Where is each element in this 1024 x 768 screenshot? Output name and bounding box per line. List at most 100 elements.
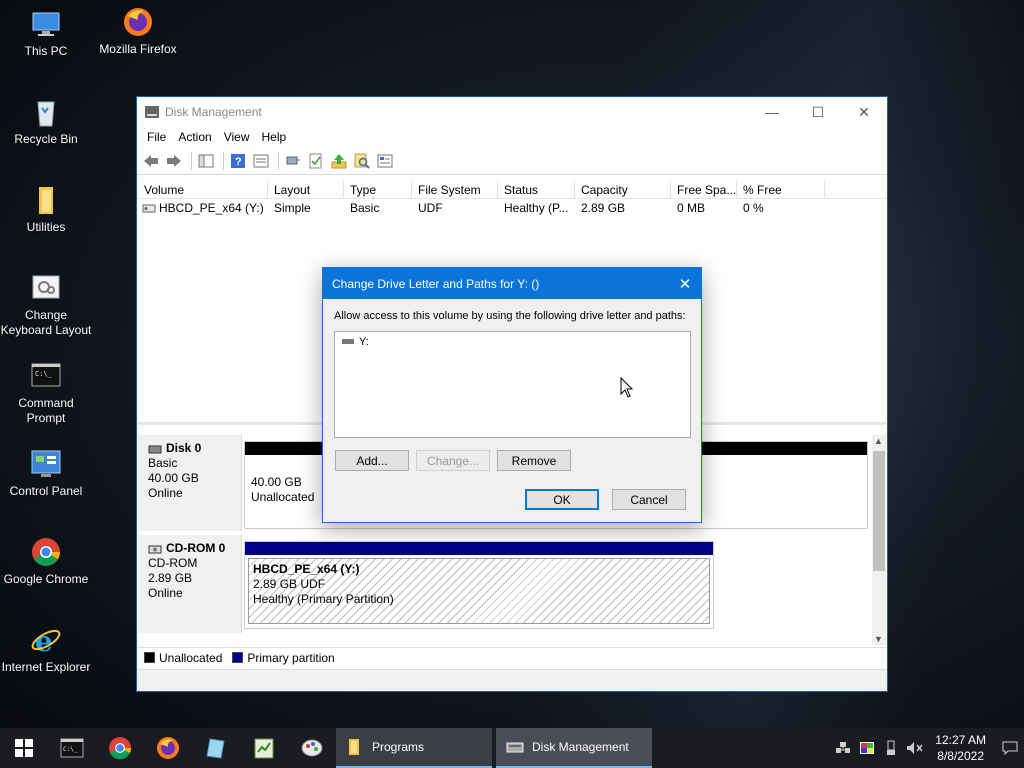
- internet-explorer-icon: e: [30, 624, 62, 658]
- toolbar-separator: [223, 151, 224, 170]
- taskbar-disk-management-button[interactable]: Disk Management: [496, 728, 652, 768]
- taskbar-firefox[interactable]: [144, 728, 192, 768]
- desktop-icon-keyboard-layout[interactable]: Change Keyboard Layout: [0, 272, 92, 338]
- cancel-button[interactable]: Cancel: [612, 489, 686, 510]
- add-button[interactable]: Add...: [335, 450, 409, 471]
- legend-primary-partition: Primary partition: [247, 650, 335, 665]
- cdrom-0-state: Online: [148, 586, 183, 600]
- volume-list-header: Volume Layout Type File System Status Ca…: [138, 181, 886, 199]
- keyboard-layout-label: Change Keyboard Layout: [0, 308, 92, 337]
- network-icon[interactable]: [831, 741, 855, 755]
- menu-action[interactable]: Action: [172, 130, 217, 144]
- change-drive-letter-dialog: Change Drive Letter and Paths for Y: () …: [322, 267, 702, 523]
- desktop-icon-this-pc[interactable]: This PC: [0, 8, 92, 59]
- percent-free-cell: 0 %: [743, 201, 764, 215]
- volume-muted-icon[interactable]: [903, 741, 927, 755]
- taskbar-command-prompt[interactable]: C:\_: [48, 728, 96, 768]
- folder-icon: [30, 184, 62, 216]
- type-cell: Basic: [350, 201, 380, 215]
- forward-icon[interactable]: [164, 151, 184, 171]
- desktop-icon-chrome[interactable]: Google Chrome: [0, 536, 92, 587]
- disk-0-type: Basic: [148, 456, 178, 470]
- taskbar-chrome[interactable]: [96, 728, 144, 768]
- cdrom-0-primary-partition[interactable]: HBCD_PE_x64 (Y:) 2.89 GB UDF Healthy (Pr…: [244, 541, 714, 629]
- scroll-down-arrow-icon[interactable]: ▼: [874, 634, 883, 644]
- cdrom-0-header: CD-ROM 0: [148, 541, 231, 556]
- up-arrow-icon[interactable]: [329, 151, 349, 171]
- display-icon[interactable]: [855, 741, 879, 755]
- clock[interactable]: 12:27 AM 8/8/2022: [927, 732, 996, 764]
- column-header-capacity[interactable]: Capacity: [575, 181, 671, 198]
- keyboard-settings-icon: [30, 272, 62, 304]
- checklist-icon[interactable]: [306, 151, 326, 171]
- cdrom-0-info[interactable]: CD-ROM 0 CD-ROM 2.89 GB Online: [138, 535, 242, 633]
- firefox-icon: [122, 6, 154, 38]
- drive-paths-list[interactable]: Y:: [334, 331, 691, 438]
- desktop-icon-firefox[interactable]: Mozilla Firefox: [92, 6, 184, 57]
- column-header-status[interactable]: Status: [498, 181, 575, 198]
- close-button[interactable]: ✕: [841, 97, 887, 127]
- table-row[interactable]: HBCD_PE_x64 (Y:) Simple Basic UDF Health…: [138, 199, 886, 217]
- list-item[interactable]: Y:: [335, 332, 690, 352]
- status-bar: [137, 669, 887, 691]
- change-button[interactable]: Change...: [416, 450, 490, 471]
- desktop-icon-utilities[interactable]: Utilities: [0, 184, 92, 235]
- firefox-icon: [157, 737, 179, 759]
- menu-file[interactable]: File: [141, 130, 172, 144]
- chrome-icon: [109, 737, 132, 760]
- desktop-icon-command-prompt[interactable]: C:\_ Command Prompt: [0, 360, 92, 426]
- desktop-icon-internet-explorer[interactable]: e Internet Explorer: [0, 624, 92, 675]
- svg-text:e: e: [35, 625, 53, 656]
- command-prompt-label: Command Prompt: [18, 396, 74, 425]
- desktop-icon-control-panel[interactable]: Control Panel: [0, 448, 92, 499]
- unallocated-swatch: [144, 652, 155, 663]
- menu-help[interactable]: Help: [256, 130, 293, 144]
- primary-partition-swatch: [232, 652, 244, 663]
- cdrom-0-name: CD-ROM 0: [166, 541, 226, 555]
- window-titlebar[interactable]: Disk Management — ☐ ✕: [137, 97, 887, 127]
- disk-0-size: 40.00 GB: [148, 471, 199, 485]
- menu-bar: File Action View Help: [137, 127, 887, 147]
- graphical-view-scrollbar[interactable]: ▲ ▼: [872, 435, 886, 645]
- scroll-up-arrow-icon[interactable]: ▲: [874, 436, 883, 446]
- column-header-layout[interactable]: Layout: [268, 181, 344, 198]
- taskbar-programs-button[interactable]: Programs: [336, 728, 492, 768]
- show-hide-console-tree-icon[interactable]: [196, 151, 216, 171]
- remove-button[interactable]: Remove: [497, 450, 571, 471]
- disk-0-header: Disk 0: [148, 441, 231, 456]
- dialog-titlebar[interactable]: Change Drive Letter and Paths for Y: () …: [323, 268, 701, 299]
- back-icon[interactable]: [141, 151, 161, 171]
- help-icon[interactable]: ?: [228, 151, 248, 171]
- system-tray: 12:27 AM 8/8/2022: [831, 728, 1024, 768]
- menu-view[interactable]: View: [218, 130, 256, 144]
- ok-button[interactable]: OK: [525, 489, 599, 510]
- recycle-bin-label: Recycle Bin: [14, 132, 78, 146]
- minimize-button[interactable]: —: [749, 97, 795, 127]
- svg-text:C:\_: C:\_: [63, 746, 78, 753]
- layout-cell: Simple: [274, 201, 311, 215]
- column-header-type[interactable]: Type: [344, 181, 412, 198]
- taskbar-task-manager[interactable]: [240, 728, 288, 768]
- column-header-percent-free[interactable]: % Free: [737, 181, 825, 198]
- notification-center-icon[interactable]: [996, 728, 1024, 768]
- column-header-free-space[interactable]: Free Spa...: [671, 181, 737, 198]
- usb-icon[interactable]: [879, 740, 903, 756]
- task-manager-icon: [254, 738, 274, 759]
- dialog-close-icon[interactable]: ✕: [669, 275, 701, 293]
- taskbar-tool[interactable]: [288, 728, 336, 768]
- search-icon[interactable]: [352, 151, 372, 171]
- control-panel-icon: [30, 448, 62, 480]
- view-settings-icon[interactable]: [375, 151, 395, 171]
- start-button[interactable]: [0, 728, 48, 768]
- connect-icon[interactable]: [283, 151, 303, 171]
- column-header-file-system[interactable]: File System: [412, 181, 498, 198]
- disk-0-info[interactable]: Disk 0 Basic 40.00 GB Online: [138, 435, 242, 531]
- properties-icon[interactable]: [251, 151, 271, 171]
- scrollbar-thumb[interactable]: [873, 451, 885, 571]
- maximize-button[interactable]: ☐: [795, 97, 841, 127]
- command-prompt-icon: C:\_: [30, 360, 62, 392]
- svg-text:?: ?: [235, 156, 242, 168]
- desktop-icon-recycle-bin[interactable]: Recycle Bin: [0, 96, 92, 147]
- taskbar-notepad[interactable]: [192, 728, 240, 768]
- column-header-volume[interactable]: Volume: [138, 181, 268, 198]
